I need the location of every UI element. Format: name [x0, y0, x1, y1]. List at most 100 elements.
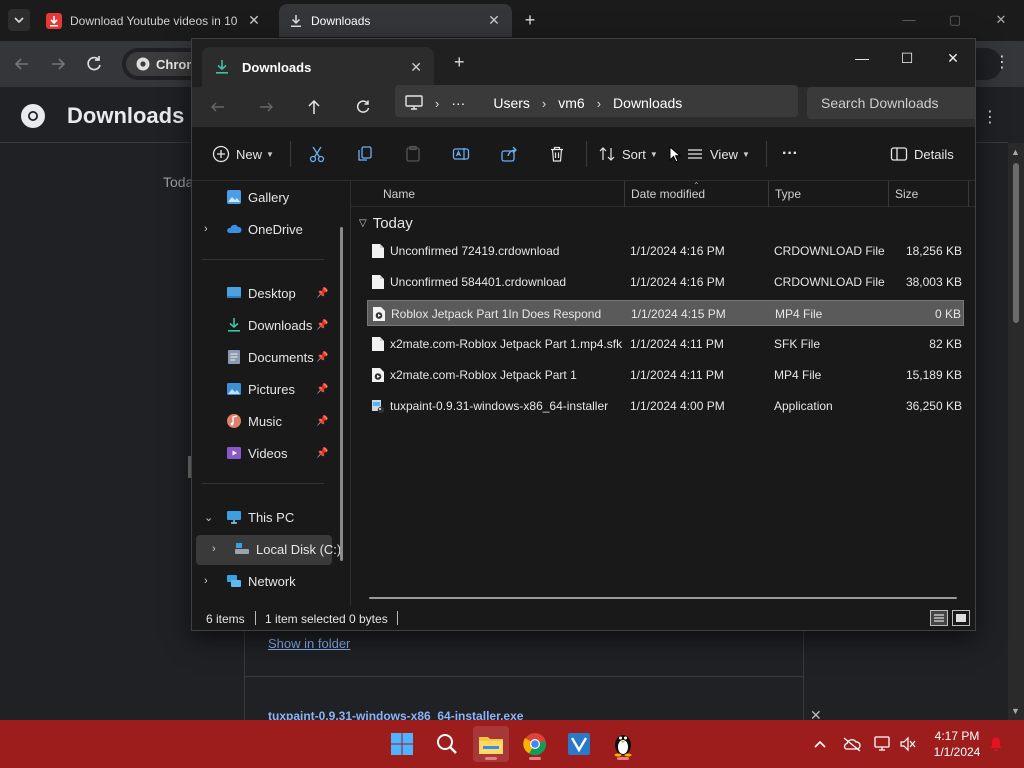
pin-icon[interactable]: 📌: [316, 416, 328, 427]
pin-icon[interactable]: 📌: [316, 384, 328, 395]
group-header-today[interactable]: ▽ Today: [359, 215, 413, 232]
nav-item-this-pc[interactable]: ⌄ This PC: [192, 503, 342, 531]
chrome-tab-downloads[interactable]: Downloads ✕: [279, 4, 512, 37]
breadcrumb-users[interactable]: Users: [493, 95, 530, 111]
breadcrumb-separator-icon[interactable]: ›: [435, 96, 439, 111]
taskbar-app-editor[interactable]: [561, 726, 597, 762]
delete-button[interactable]: [548, 142, 566, 166]
file-row[interactable]: Unconfirmed 584401.crdownload 1/1/2024 4:…: [367, 269, 964, 295]
taskbar-file-explorer[interactable]: [473, 726, 509, 762]
notifications-button[interactable]: [986, 734, 1006, 754]
pin-icon[interactable]: 📌: [316, 288, 328, 299]
forward-button[interactable]: [46, 52, 70, 76]
chrome-menu-button[interactable]: ⋮: [994, 52, 1010, 76]
minimize-button[interactable]: —: [847, 45, 877, 71]
page-scrollbar[interactable]: ▲ ▼: [1008, 143, 1024, 720]
refresh-button[interactable]: [351, 95, 375, 119]
nav-item-onedrive[interactable]: › OneDrive: [192, 215, 342, 243]
back-button[interactable]: [206, 95, 230, 119]
volume-tray-button[interactable]: [898, 734, 918, 754]
reload-button[interactable]: [82, 52, 106, 76]
pin-icon[interactable]: 📌: [316, 352, 328, 363]
new-button[interactable]: New ▼: [212, 142, 274, 166]
monitor-icon[interactable]: [405, 95, 423, 111]
show-in-folder-link[interactable]: Show in folder: [268, 636, 350, 651]
chrome-close-button[interactable]: ✕: [988, 8, 1014, 32]
breadcrumb-separator-icon[interactable]: ›: [597, 96, 601, 111]
column-divider[interactable]: [624, 181, 625, 207]
nav-item-gallery[interactable]: Gallery: [192, 183, 342, 211]
tab-close-icon[interactable]: ✕: [246, 12, 262, 29]
back-button[interactable]: [10, 52, 34, 76]
taskbar-tuxpaint[interactable]: [605, 726, 641, 762]
breadcrumb-more-button[interactable]: ···: [451, 95, 465, 111]
chevron-right-icon[interactable]: ›: [212, 543, 216, 555]
close-button[interactable]: ✕: [938, 45, 968, 71]
chrome-tab-youtube[interactable]: Download Youtube videos in 10 ✕: [36, 4, 272, 37]
view-button[interactable]: View ▼: [686, 142, 750, 166]
new-tab-button[interactable]: +: [454, 52, 465, 73]
column-header-date[interactable]: Date modified: [631, 187, 705, 201]
more-options-button[interactable]: ···: [782, 142, 798, 166]
chevron-down-icon[interactable]: ⌄: [204, 511, 213, 524]
column-divider[interactable]: [968, 181, 969, 207]
network-tray-button[interactable]: [874, 734, 894, 754]
details-view-button[interactable]: [930, 610, 948, 626]
taskbar-chrome[interactable]: [517, 726, 553, 762]
chevron-right-icon[interactable]: ›: [204, 223, 208, 235]
tab-search-button[interactable]: [8, 9, 30, 31]
column-divider[interactable]: [768, 181, 769, 207]
share-button[interactable]: [500, 142, 518, 166]
breadcrumb-separator-icon[interactable]: ›: [542, 96, 546, 111]
file-row[interactable]: Unconfirmed 72419.crdownload 1/1/2024 4:1…: [367, 238, 964, 264]
taskbar-clock[interactable]: 4:17 PM 1/1/2024: [926, 728, 988, 760]
tiles-view-button[interactable]: [952, 610, 970, 626]
tab-close-icon[interactable]: ✕: [410, 59, 422, 76]
nav-item-desktop[interactable]: Desktop 📌: [192, 279, 342, 307]
details-pane-button[interactable]: Details: [890, 142, 954, 166]
explorer-tab-downloads[interactable]: Downloads ✕: [202, 47, 434, 87]
sort-button[interactable]: Sort ▼: [598, 142, 658, 166]
start-button[interactable]: [384, 726, 420, 762]
scroll-up-icon[interactable]: ▲: [1011, 147, 1020, 157]
new-tab-button[interactable]: +: [520, 10, 540, 30]
forward-button[interactable]: [254, 95, 278, 119]
nav-item-videos[interactable]: Videos 📌: [192, 439, 342, 467]
nav-item-documents[interactable]: Documents 📌: [192, 343, 342, 371]
search-button[interactable]: [429, 726, 465, 762]
breadcrumb-downloads[interactable]: Downloads: [613, 95, 682, 111]
file-row[interactable]: Roblox Jetpack Part 1In Does Respond 1/1/…: [367, 300, 964, 326]
column-divider[interactable]: [888, 181, 889, 207]
copy-button[interactable]: [356, 142, 374, 166]
nav-item-music[interactable]: Music 📌: [192, 407, 342, 435]
show-hidden-icons-button[interactable]: [810, 734, 830, 754]
chrome-maximize-button[interactable]: ▢: [942, 8, 968, 32]
cut-button[interactable]: [308, 142, 326, 166]
rename-button[interactable]: [452, 142, 470, 166]
column-header-type[interactable]: Type: [775, 187, 801, 201]
nav-item-pictures[interactable]: Pictures 📌: [192, 375, 342, 403]
file-row[interactable]: x2mate.com-Roblox Jetpack Part 1 1/1/2024…: [367, 362, 964, 388]
paste-button[interactable]: [404, 142, 422, 166]
nav-scrollbar[interactable]: [340, 227, 343, 561]
horizontal-scrollbar[interactable]: [369, 597, 957, 599]
pin-icon[interactable]: 📌: [316, 320, 328, 331]
chevron-down-icon[interactable]: ▽: [359, 218, 367, 229]
chrome-minimize-button[interactable]: —: [896, 8, 922, 32]
up-button[interactable]: [302, 95, 326, 119]
onedrive-tray-button[interactable]: [842, 734, 862, 754]
nav-item-local-disk[interactable]: › Local Disk (C:): [200, 535, 350, 563]
tab-close-icon[interactable]: ✕: [486, 12, 502, 29]
nav-item-downloads[interactable]: Downloads 📌: [192, 311, 342, 339]
file-row[interactable]: tuxpaint-0.9.31-windows-x86_64-installer…: [367, 393, 964, 419]
scrollbar-thumb[interactable]: [1013, 163, 1019, 323]
column-header-name[interactable]: Name: [383, 187, 415, 201]
scroll-down-icon[interactable]: ▼: [1011, 706, 1020, 716]
column-header-size[interactable]: Size: [895, 187, 918, 201]
pin-icon[interactable]: 📌: [316, 448, 328, 459]
page-menu-button[interactable]: ⋮: [982, 107, 998, 127]
file-row[interactable]: x2mate.com-Roblox Jetpack Part 1.mp4.sfk…: [367, 331, 964, 357]
search-input[interactable]: Search Downloads: [807, 87, 975, 119]
nav-item-network[interactable]: › Network: [192, 567, 342, 595]
breadcrumb-vm6[interactable]: vm6: [558, 95, 584, 111]
